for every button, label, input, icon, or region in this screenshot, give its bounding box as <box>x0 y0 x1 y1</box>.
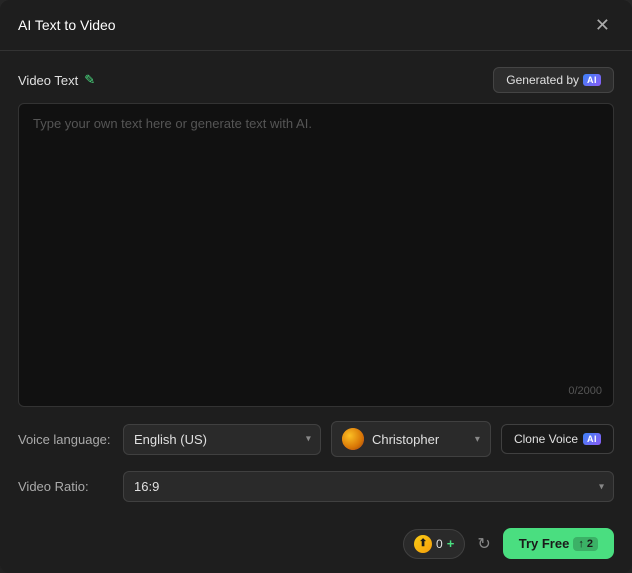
close-icon: ✕ <box>595 15 610 35</box>
char-count: 0/2000 <box>568 385 602 397</box>
footer-bar: ⬆ 0 + ↻ Try Free ↑ 2 <box>0 518 632 573</box>
voice-avatar <box>342 428 364 450</box>
refresh-button[interactable]: ↻ <box>473 530 494 558</box>
app-window: AI Text to Video ✕ Video Text ✎ Generate… <box>0 0 632 573</box>
clone-voice-button[interactable]: Clone Voice AI <box>501 424 614 454</box>
voice-language-label: Voice language: <box>18 432 113 447</box>
generated-by-ai-button[interactable]: Generated by AI <box>493 67 614 93</box>
credits-pill: ⬆ 0 + <box>403 529 465 559</box>
close-button[interactable]: ✕ <box>591 14 614 36</box>
credits-icon: ⬆ <box>414 535 432 553</box>
section-header: Video Text ✎ Generated by AI <box>18 67 614 93</box>
voice-language-row: Voice language: English (US) English (UK… <box>18 421 614 457</box>
try-free-badge: ↑ 2 <box>573 537 598 551</box>
video-ratio-row: Video Ratio: 16:9 9:16 1:1 4:3 ▾ <box>18 471 614 502</box>
video-text-section: Video Text ✎ Generated by AI 0/2000 <box>18 67 614 407</box>
video-ratio-label: Video Ratio: <box>18 479 113 494</box>
refresh-icon: ↻ <box>477 536 490 553</box>
video-ratio-select[interactable]: 16:9 9:16 1:1 4:3 <box>123 471 614 502</box>
voice-language-select[interactable]: English (US) English (UK) Spanish French… <box>123 424 321 455</box>
voice-name: Christopher <box>372 432 467 447</box>
ratio-select-wrapper: 16:9 9:16 1:1 4:3 ▾ <box>123 471 614 502</box>
video-text-input[interactable] <box>18 103 614 407</box>
clone-ai-badge: AI <box>583 433 601 445</box>
title-bar: AI Text to Video ✕ <box>0 0 632 51</box>
window-title: AI Text to Video <box>18 17 116 33</box>
generated-by-label: Generated by <box>506 73 579 87</box>
video-text-label: Video Text <box>18 73 78 88</box>
title-bar-left: AI Text to Video <box>18 17 116 33</box>
voice-chevron-icon: ▾ <box>475 434 480 445</box>
voice-selector[interactable]: Christopher ▾ <box>331 421 491 457</box>
plus-icon: + <box>447 536 455 551</box>
main-content: Video Text ✎ Generated by AI 0/2000 Voic… <box>0 51 632 518</box>
credits-count: 0 <box>436 537 443 551</box>
try-free-label: Try Free <box>519 536 570 551</box>
ai-badge: AI <box>583 74 601 86</box>
voice-language-select-wrapper: English (US) English (UK) Spanish French… <box>123 424 321 455</box>
section-label: Video Text ✎ <box>18 72 95 88</box>
clone-voice-label: Clone Voice <box>514 432 578 446</box>
textarea-wrapper: 0/2000 <box>18 103 614 407</box>
try-free-button[interactable]: Try Free ↑ 2 <box>503 528 614 559</box>
edit-icon: ✎ <box>84 72 95 88</box>
